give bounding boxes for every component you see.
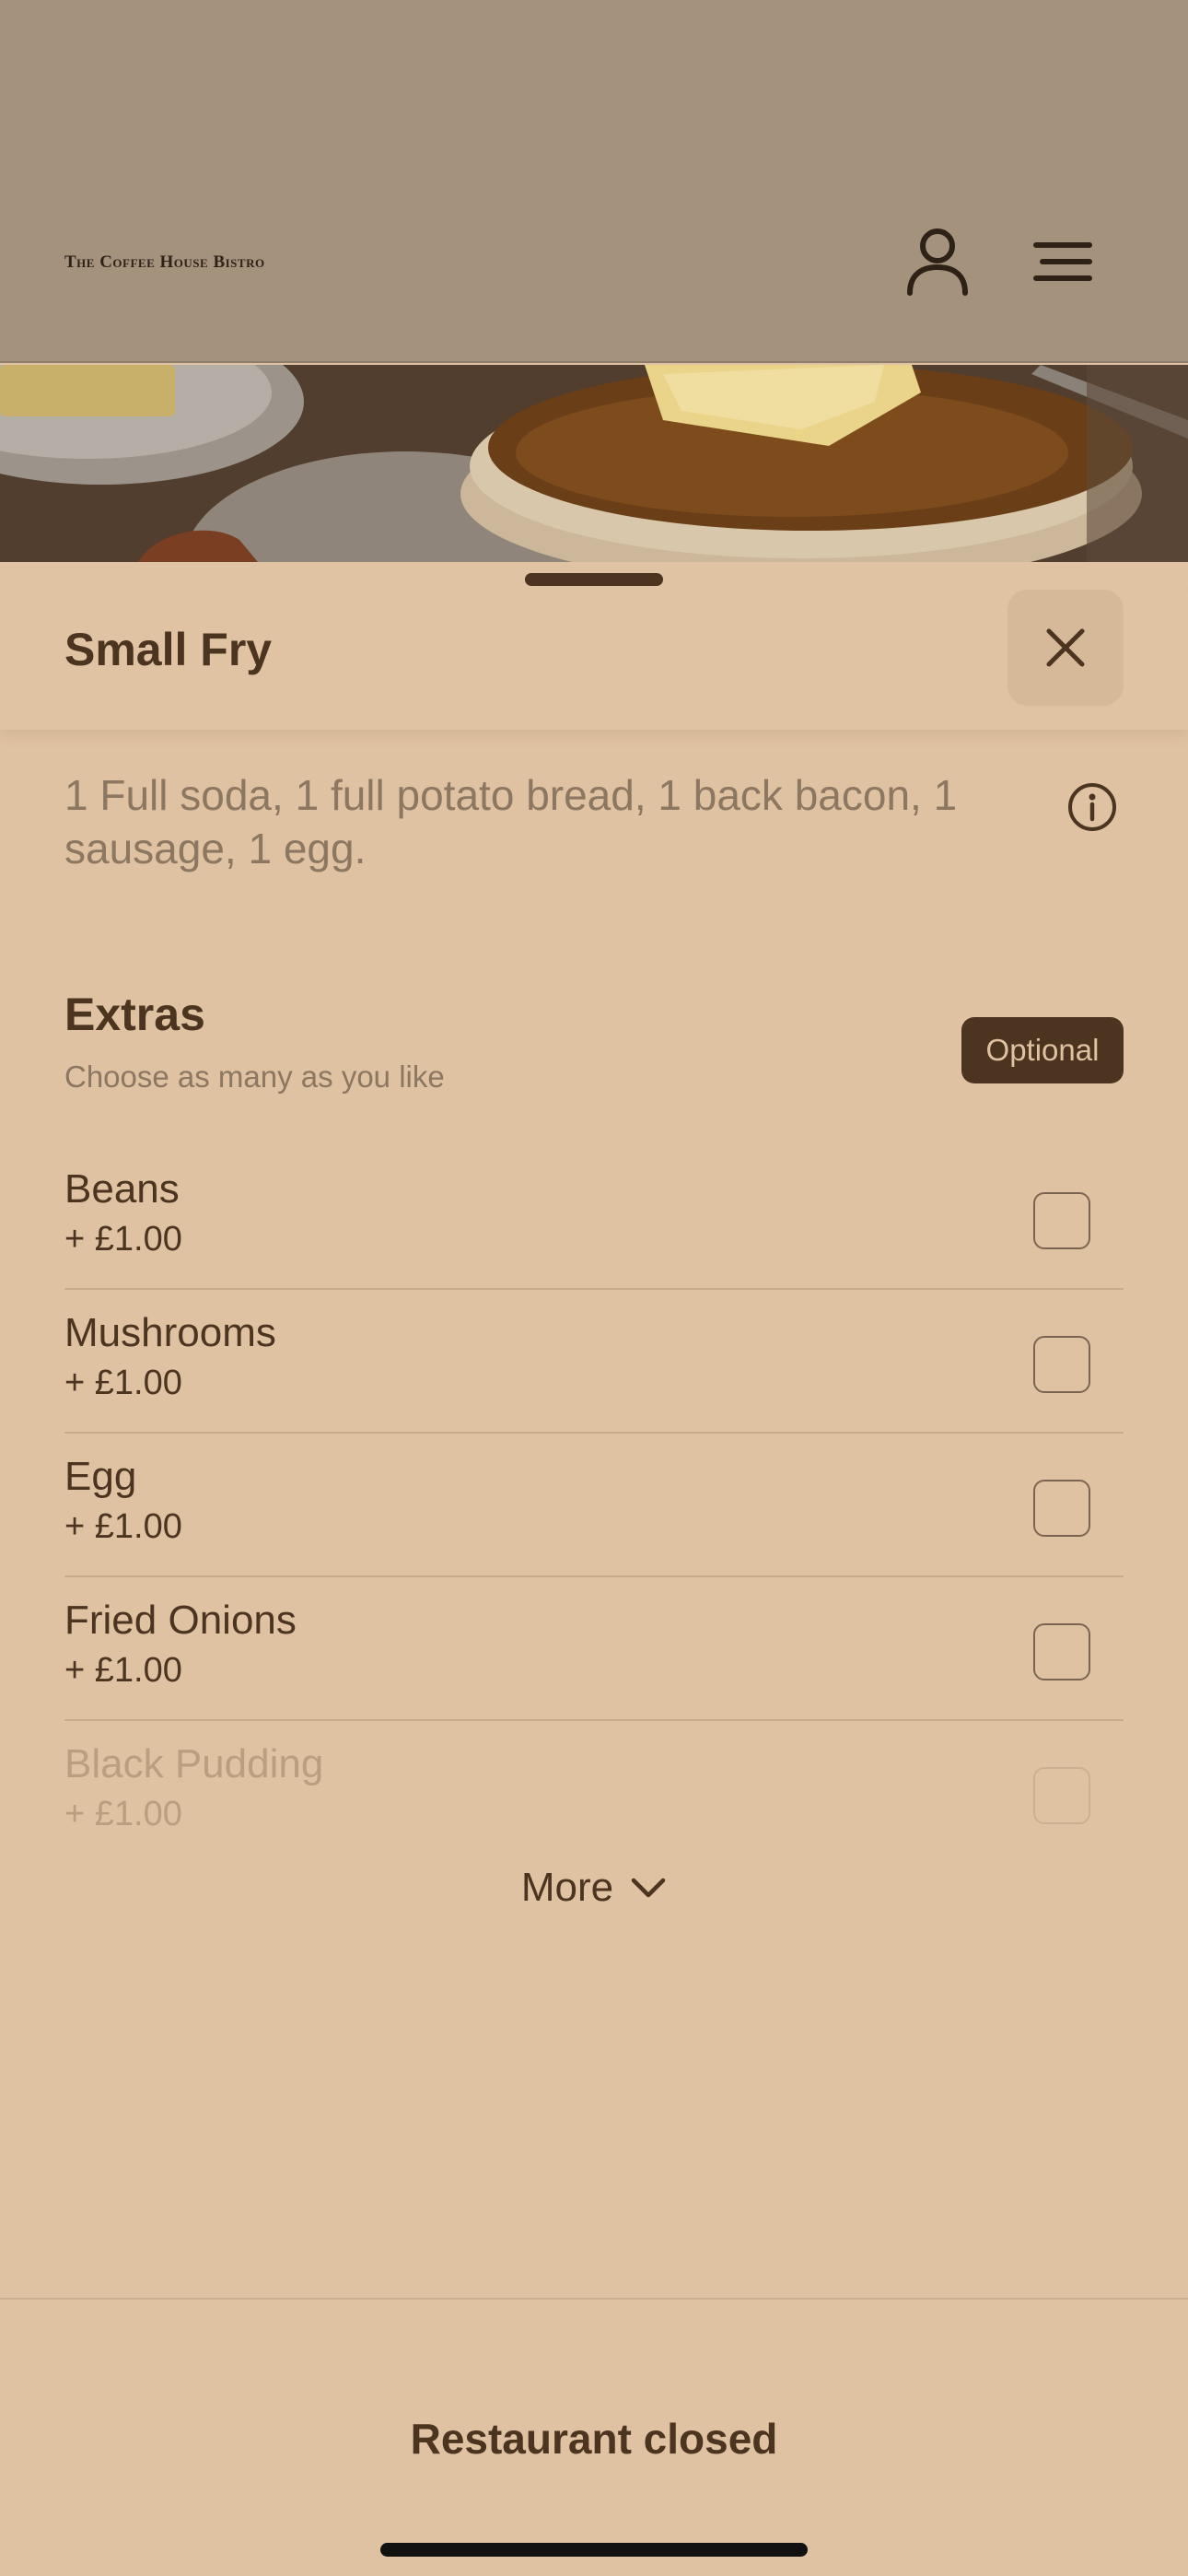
- footer-divider: [0, 2298, 1188, 2300]
- extra-option-mushrooms[interactable]: Mushrooms + £1.00: [64, 1290, 1124, 1434]
- item-title: Small Fry: [64, 624, 273, 675]
- option-checkbox[interactable]: [1033, 1767, 1090, 1824]
- option-price: + £1.00: [64, 1220, 182, 1259]
- option-price: + £1.00: [64, 1795, 182, 1833]
- extras-subtitle: Choose as many as you like: [64, 1060, 445, 1094]
- hero-food-image: [0, 365, 1188, 562]
- account-button[interactable]: [893, 217, 982, 306]
- sheet-grabber[interactable]: [525, 573, 663, 586]
- show-more-button[interactable]: More: [479, 1856, 709, 1920]
- close-icon: [1046, 628, 1085, 667]
- option-checkbox[interactable]: [1033, 1623, 1090, 1680]
- extra-option-egg[interactable]: Egg + £1.00: [64, 1434, 1124, 1577]
- option-name: Mushrooms: [64, 1310, 276, 1355]
- info-icon[interactable]: [1066, 781, 1118, 833]
- sheet-header: Small Fry: [0, 562, 1188, 730]
- optional-badge: Optional: [961, 1017, 1124, 1083]
- extra-option-beans[interactable]: Beans + £1.00: [64, 1146, 1124, 1290]
- option-price: + £1.00: [64, 1507, 182, 1546]
- app-header: The Coffee House Bistro: [0, 0, 1188, 363]
- option-name: Egg: [64, 1454, 137, 1499]
- option-name: Black Pudding: [64, 1741, 324, 1786]
- show-more-label: More: [520, 1865, 614, 1910]
- chevron-down-icon: [631, 1878, 666, 1898]
- option-price: + £1.00: [64, 1651, 182, 1690]
- hamburger-menu-icon: [1033, 242, 1092, 281]
- restaurant-status: Restaurant closed: [410, 2415, 778, 2463]
- home-indicator[interactable]: [380, 2543, 808, 2557]
- extra-option-black-pudding[interactable]: Black Pudding + £1.00: [64, 1721, 1124, 1865]
- extra-option-fried-onions[interactable]: Fried Onions + £1.00: [64, 1577, 1124, 1721]
- item-detail-sheet: Small Fry 1 Full soda, 1 full potato bre…: [0, 562, 1188, 2576]
- option-name: Beans: [64, 1166, 180, 1212]
- menu-button[interactable]: [1019, 217, 1107, 306]
- option-name: Fried Onions: [64, 1598, 297, 1643]
- option-checkbox[interactable]: [1033, 1192, 1090, 1249]
- option-checkbox[interactable]: [1033, 1480, 1090, 1537]
- option-checkbox[interactable]: [1033, 1336, 1090, 1393]
- extras-heading: Extras: [64, 989, 205, 1040]
- brand-logo[interactable]: The Coffee House Bistro: [64, 252, 265, 273]
- option-price: + £1.00: [64, 1364, 182, 1402]
- item-description: 1 Full soda, 1 full potato bread, 1 back…: [64, 771, 958, 872]
- close-button[interactable]: [1007, 590, 1124, 706]
- user-icon: [907, 228, 968, 296]
